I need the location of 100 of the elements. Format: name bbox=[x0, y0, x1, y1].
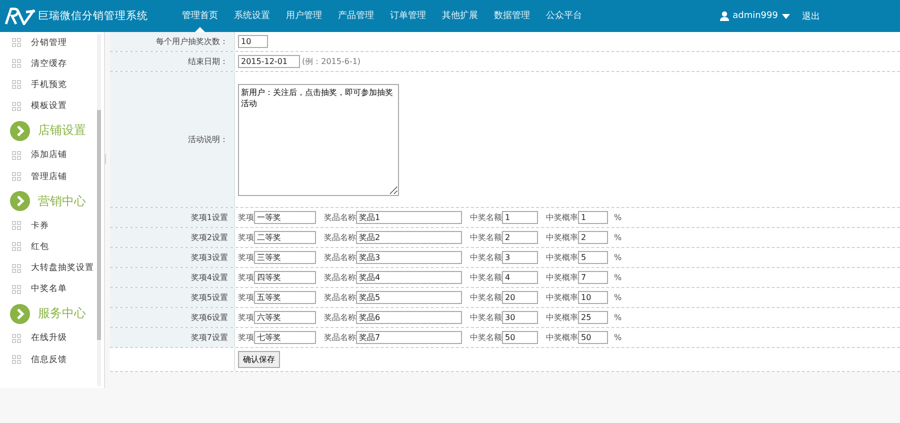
grid-icon bbox=[12, 242, 21, 252]
nav-tab[interactable]: 公众平台 bbox=[538, 0, 590, 32]
field-label: 中奖概率 bbox=[546, 292, 578, 303]
prize-name-input[interactable]: 奖品2 bbox=[356, 231, 462, 244]
sidebar-item[interactable]: 卡券 bbox=[31, 220, 49, 232]
grid-icon bbox=[12, 80, 21, 90]
field-label: 奖项 bbox=[238, 252, 254, 263]
save-button[interactable]: 确认保存 bbox=[238, 351, 280, 368]
prize-level-input[interactable]: 一等奖 bbox=[254, 211, 316, 224]
prize-name-input[interactable]: 奖品6 bbox=[356, 311, 462, 324]
sidebar-item[interactable]: 在线升级 bbox=[31, 332, 67, 344]
field-label: 奖项 bbox=[238, 332, 254, 343]
field-label: 奖品名称 bbox=[324, 292, 356, 303]
probability-input[interactable]: 1 bbox=[578, 211, 608, 224]
grid-icon bbox=[12, 284, 21, 294]
winner-count-input[interactable]: 3 bbox=[502, 251, 538, 264]
winner-count-input[interactable]: 30 bbox=[502, 311, 538, 324]
sidebar-item[interactable]: 手机预览 bbox=[31, 78, 67, 91]
logo-icon bbox=[4, 7, 36, 25]
field-label: 中奖名额 bbox=[470, 272, 502, 283]
prize-name-input[interactable]: 奖品3 bbox=[356, 251, 462, 264]
chevron-icon bbox=[10, 304, 30, 324]
sidebar-item[interactable]: 清空缓存 bbox=[31, 58, 67, 70]
prize-level-input[interactable]: 三等奖 bbox=[254, 251, 316, 264]
winner-count-input[interactable]: 2 bbox=[502, 231, 538, 244]
prize-name-input[interactable]: 奖品4 bbox=[356, 271, 462, 284]
sidebar-item[interactable]: 添加店铺 bbox=[31, 149, 67, 162]
nav-tab[interactable]: 产品管理 bbox=[330, 0, 382, 32]
grid-icon bbox=[12, 355, 21, 364]
grid-icon bbox=[12, 334, 21, 343]
nav-tab[interactable]: 用户管理 bbox=[278, 0, 330, 32]
nav-tab[interactable]: 其他扩展 bbox=[434, 0, 486, 32]
probability-input[interactable]: 10 bbox=[578, 291, 608, 304]
sidebar-item[interactable]: 中奖名单 bbox=[31, 283, 67, 296]
field-label: 奖项6设置 bbox=[110, 308, 235, 327]
grid-icon bbox=[12, 38, 21, 48]
field-label: 奖项2设置 bbox=[110, 228, 235, 247]
date-input[interactable]: 2015-12-01 bbox=[238, 55, 300, 68]
winner-count-input[interactable]: 20 bbox=[502, 291, 538, 304]
percent-unit: % bbox=[614, 313, 622, 322]
percent-unit: % bbox=[614, 253, 622, 262]
prize-name-input[interactable]: 奖品5 bbox=[356, 291, 462, 304]
sidebar-item[interactable]: 管理店铺 bbox=[31, 170, 67, 183]
percent-unit: % bbox=[614, 213, 622, 222]
caret-icon bbox=[782, 14, 790, 18]
field-label: 奖项 bbox=[238, 212, 254, 223]
prize-level-input[interactable]: 七等奖 bbox=[254, 331, 316, 344]
field-label: 奖项 bbox=[238, 292, 254, 303]
probability-input[interactable]: 5 bbox=[578, 251, 608, 264]
prize-name-input[interactable]: 奖品1 bbox=[356, 211, 462, 224]
field-label: 中奖概率 bbox=[546, 212, 578, 223]
prize-level-input[interactable]: 二等奖 bbox=[254, 231, 316, 244]
nav-tab[interactable]: 订单管理 bbox=[382, 0, 434, 32]
sidebar-item[interactable]: 红包 bbox=[31, 240, 49, 253]
grid-icon bbox=[12, 150, 21, 160]
nav-tab[interactable]: 管理首页 bbox=[174, 0, 226, 32]
field-label: 奖项5设置 bbox=[110, 288, 235, 307]
sidebar-item[interactable]: 大转盘抽奖设置 bbox=[31, 262, 94, 274]
probability-input[interactable]: 2 bbox=[578, 231, 608, 244]
field-label: 奖项7设置 bbox=[110, 328, 235, 347]
grid-icon bbox=[12, 264, 21, 273]
field-label: 奖品名称 bbox=[324, 252, 356, 263]
grid-icon bbox=[12, 102, 21, 111]
description-textarea[interactable]: 新用户：关注后，点击抽奖，即可参加抽奖活动 bbox=[238, 84, 399, 196]
field-label: 中奖名额 bbox=[470, 212, 502, 223]
prize-level-input[interactable]: 六等奖 bbox=[254, 311, 316, 324]
field-label: 奖品名称 bbox=[324, 212, 356, 223]
app-title: 巨瑞微信分销管理系统 bbox=[38, 9, 148, 23]
field-label: 中奖名额 bbox=[470, 312, 502, 323]
winner-count-input[interactable]: 4 bbox=[502, 271, 538, 284]
field-label: 结束日期： bbox=[110, 52, 235, 71]
nav-tab[interactable]: 数据管理 bbox=[486, 0, 538, 32]
winner-count-input[interactable]: 50 bbox=[502, 331, 538, 344]
scrollbar[interactable] bbox=[97, 34, 101, 386]
field-label: 奖项1设置 bbox=[110, 208, 235, 227]
prize-name-input[interactable]: 奖品7 bbox=[356, 331, 462, 344]
sidebar-item[interactable]: 分销管理 bbox=[31, 36, 67, 49]
field-label: 中奖名额 bbox=[470, 252, 502, 263]
field-label: 每个用户抽奖次数： bbox=[110, 32, 235, 51]
percent-unit: % bbox=[614, 273, 622, 282]
field-label: 中奖名额 bbox=[470, 332, 502, 343]
nav-tab[interactable]: 系统设置 bbox=[226, 0, 278, 32]
sidebar-item[interactable]: 模板设置 bbox=[31, 100, 67, 112]
logout-link[interactable]: 退出 bbox=[802, 10, 820, 22]
draws-input[interactable]: 10 bbox=[238, 35, 268, 48]
probability-input[interactable]: 7 bbox=[578, 271, 608, 284]
prize-level-input[interactable]: 五等奖 bbox=[254, 291, 316, 304]
field-label: 中奖概率 bbox=[546, 232, 578, 243]
field-label: 中奖名额 bbox=[470, 292, 502, 303]
winner-count-input[interactable]: 1 bbox=[502, 211, 538, 224]
grid-icon bbox=[12, 172, 21, 182]
probability-input[interactable]: 50 bbox=[578, 331, 608, 344]
sidebar-item[interactable]: 信息反馈 bbox=[31, 354, 67, 366]
field-label: 中奖概率 bbox=[546, 272, 578, 283]
field-label: 中奖概率 bbox=[546, 312, 578, 323]
collapse-handle[interactable] bbox=[105, 154, 106, 164]
probability-input[interactable]: 25 bbox=[578, 311, 608, 324]
user-menu[interactable]: admin999 bbox=[732, 11, 778, 21]
prize-level-input[interactable]: 四等奖 bbox=[254, 271, 316, 284]
field-label: 奖品名称 bbox=[324, 312, 356, 323]
